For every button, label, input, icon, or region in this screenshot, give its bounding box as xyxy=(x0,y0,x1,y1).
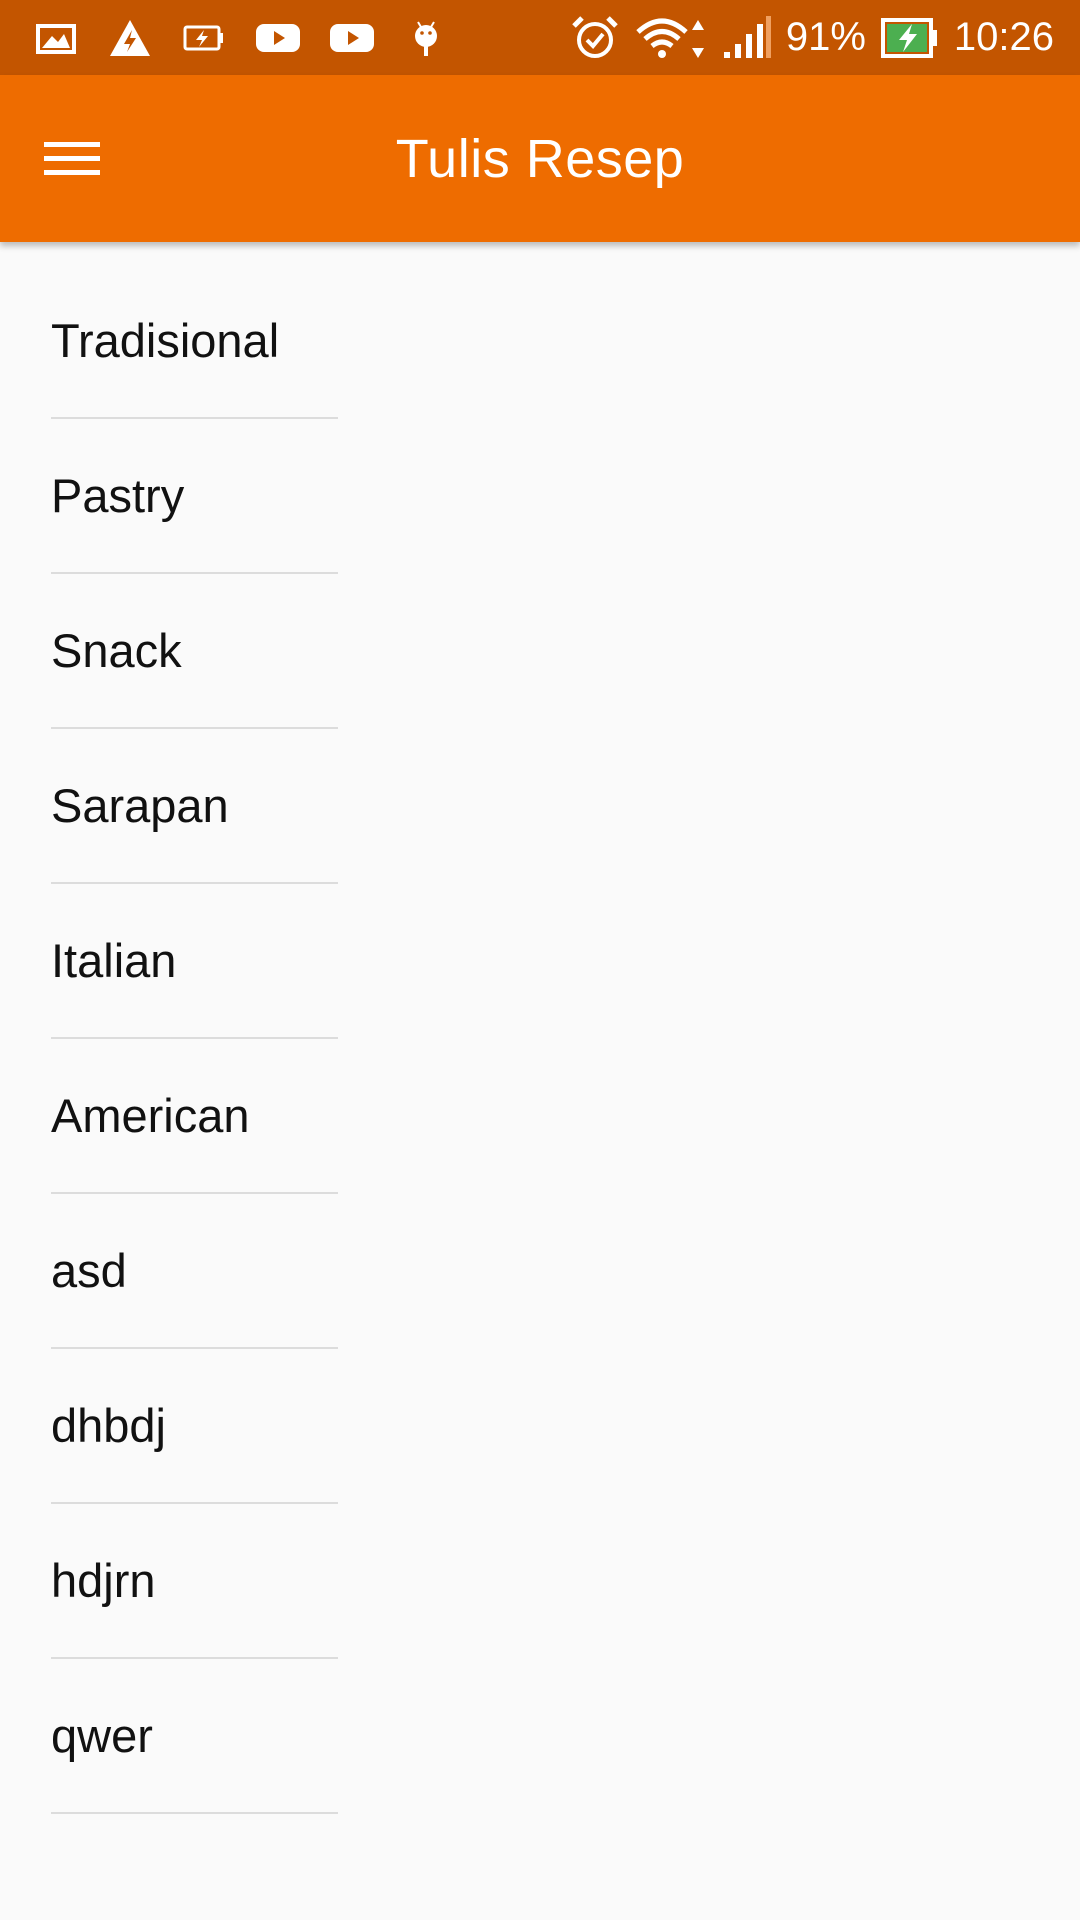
alarm-icon xyxy=(572,15,618,58)
list-item-hdjrn[interactable]: hdjrn xyxy=(51,1504,338,1659)
wifi-icon xyxy=(636,18,704,58)
notification-icons xyxy=(0,18,448,58)
page-title: Tulis Resep xyxy=(395,128,685,189)
battery-icon xyxy=(880,17,937,58)
list-item-snack[interactable]: Snack xyxy=(51,574,338,729)
list-item-qwer[interactable]: qwer xyxy=(51,1659,338,1814)
youtube-icon xyxy=(330,23,374,52)
youtube-icon xyxy=(256,23,300,52)
clock: 10:26 xyxy=(953,15,1054,59)
category-list: Tradisional Pastry Snack Sarapan Italian… xyxy=(51,264,338,1814)
android-debug-icon xyxy=(415,20,437,56)
list-item-pastry[interactable]: Pastry xyxy=(51,419,338,574)
list-item-tradisional[interactable]: Tradisional xyxy=(51,264,338,419)
status-bar: 91% 10:26 xyxy=(0,0,1080,75)
gallery-icon xyxy=(36,23,76,54)
app-bar: Tulis Resep xyxy=(0,75,1080,242)
list-item-sarapan[interactable]: Sarapan xyxy=(51,729,338,884)
signal-icon xyxy=(723,15,771,58)
list-item-american[interactable]: American xyxy=(51,1039,338,1194)
system-status: 91% 10:26 xyxy=(570,0,1054,75)
warning-icon xyxy=(110,19,150,56)
list-item-italian[interactable]: Italian xyxy=(51,884,338,1039)
battery-percent: 91% xyxy=(785,15,866,59)
battery-charging-icon xyxy=(183,25,223,50)
list-item-asd[interactable]: asd xyxy=(51,1194,338,1349)
list-item-dhbdj[interactable]: dhbdj xyxy=(51,1349,338,1504)
